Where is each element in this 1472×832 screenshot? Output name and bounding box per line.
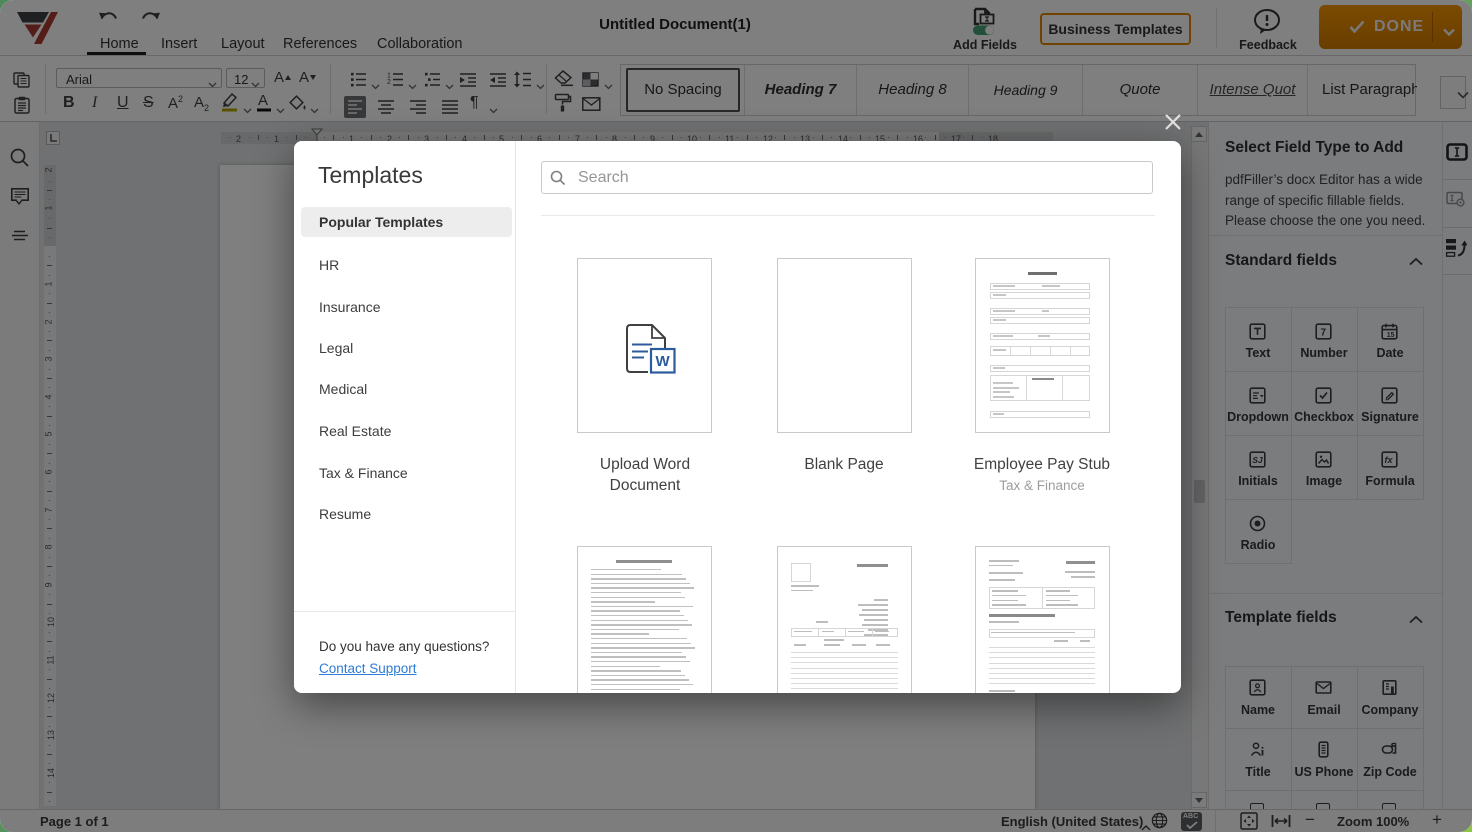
svg-text:W: W [656,353,671,370]
